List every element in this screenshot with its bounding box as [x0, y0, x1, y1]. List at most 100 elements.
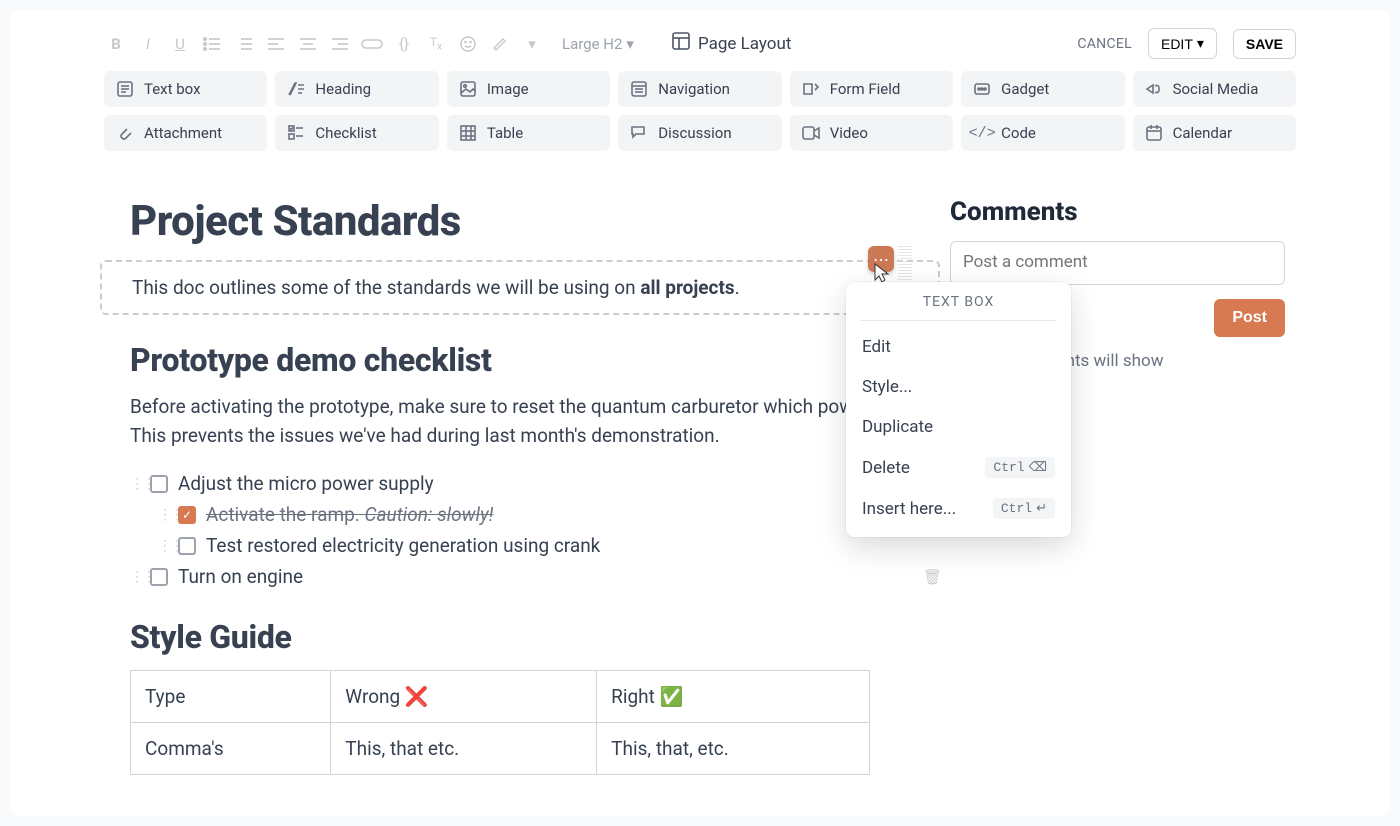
image-icon	[459, 81, 477, 97]
table-header: Type	[131, 671, 331, 723]
context-menu-label: Style...	[862, 377, 912, 397]
insert-item-label: Video	[830, 124, 868, 142]
insert-item-label: Code	[1001, 124, 1036, 142]
insert-image-button[interactable]: Image	[447, 71, 610, 107]
section-heading-checklist: Prototype demo checklist	[130, 341, 910, 379]
insert-item-label: Table	[487, 124, 523, 142]
intro-text: This doc outlines some of the standards …	[132, 276, 740, 299]
checkbox[interactable]	[150, 475, 168, 493]
insert-checklist-button[interactable]: Checklist	[275, 115, 438, 151]
checklist-item[interactable]: ⋮⋮Test restored electricity generation u…	[158, 530, 910, 561]
context-menu-label: Insert here...	[862, 499, 956, 519]
insert-code-button[interactable]: </> Code	[961, 115, 1124, 151]
formatting-toolbar: B I U {} Tx ▾ Large H2 ▾	[10, 28, 1390, 71]
code-icon[interactable]: {}	[392, 35, 416, 53]
checkbox[interactable]: ✓	[178, 506, 196, 524]
insert-video-button[interactable]: Video	[790, 115, 953, 151]
discussion-icon	[630, 125, 648, 141]
save-button[interactable]: SAVE	[1233, 29, 1296, 59]
checkbox[interactable]	[150, 568, 168, 586]
checklist-text: Activate the ramp. Caution: slowly!	[206, 503, 493, 526]
bold-icon[interactable]: B	[104, 35, 128, 53]
insert-gadget-button[interactable]: Gadget	[961, 71, 1124, 107]
keyboard-shortcut: Ctrl ⌫	[985, 457, 1055, 478]
checklist-text: Adjust the micro power supply	[178, 472, 434, 495]
insert-social-button[interactable]: Social Media	[1133, 71, 1296, 107]
table-icon	[459, 125, 477, 141]
insert-item-label: Checklist	[315, 124, 376, 142]
checklist-item[interactable]: ⋮⋮Turn on engine🗑	[130, 561, 910, 592]
drag-handle-icon[interactable]: ⋮⋮	[130, 476, 140, 492]
page-layout-button[interactable]: Page Layout	[672, 32, 791, 55]
table-header: Right ✅	[597, 671, 870, 723]
checkbox[interactable]	[178, 537, 196, 555]
context-menu: TEXT BOX EditStyle...DuplicateDeleteCtrl…	[846, 282, 1071, 537]
insert-attach-button[interactable]: Attachment	[104, 115, 267, 151]
context-menu-item[interactable]: Insert here...Ctrl ↵	[846, 488, 1071, 529]
context-menu-label: Edit	[862, 337, 891, 357]
comments-title: Comments	[950, 197, 1285, 227]
context-menu-item[interactable]: Duplicate	[846, 407, 1071, 447]
context-menu-item[interactable]: DeleteCtrl ⌫	[846, 447, 1071, 488]
video-icon	[802, 126, 820, 140]
code-icon: </>	[973, 125, 991, 142]
insert-discussion-button[interactable]: Discussion	[618, 115, 781, 151]
comment-input[interactable]	[950, 241, 1285, 285]
insert-heading-button[interactable]: Heading	[275, 71, 438, 107]
context-menu-item[interactable]: Style...	[846, 367, 1071, 407]
textbox-context-anchor: ⋯ TEXT BOX EditStyle...DuplicateDeleteCt…	[868, 246, 894, 272]
style-guide-table: TypeWrong ❌Right ✅Comma'sThis, that etc.…	[130, 670, 870, 775]
selected-text-box[interactable]: This doc outlines some of the standards …	[100, 260, 940, 315]
checklist-item[interactable]: ⋮⋮ Adjust the micro power supply	[130, 468, 910, 499]
color-icon[interactable]	[488, 36, 512, 52]
layout-icon	[672, 32, 690, 55]
edit-dropdown-button[interactable]: EDIT ▾	[1148, 28, 1217, 59]
insert-text-button[interactable]: Text box	[104, 71, 267, 107]
emoji-icon[interactable]	[456, 36, 480, 52]
insert-item-label: Form Field	[830, 80, 901, 98]
insert-item-label: Social Media	[1173, 80, 1259, 98]
table-header: Wrong ❌	[331, 671, 597, 723]
numbered-list-icon[interactable]	[232, 37, 256, 51]
more-options-button[interactable]: ⋯	[868, 246, 894, 272]
table-cell: This, that, etc.	[597, 723, 870, 775]
checklist-icon	[287, 125, 305, 141]
text-icon	[116, 81, 134, 97]
insert-form-button[interactable]: Form Field	[790, 71, 953, 107]
insert-nav-button[interactable]: Navigation	[618, 71, 781, 107]
chevron-down-icon: ▾	[626, 35, 634, 53]
section-heading-style: Style Guide	[130, 618, 910, 656]
align-left-icon[interactable]	[264, 37, 288, 51]
drag-handle-icon[interactable]: ⋮⋮	[158, 538, 168, 554]
bullet-list-icon[interactable]	[200, 37, 224, 51]
edit-label: EDIT	[1161, 36, 1193, 52]
drag-handle-icon[interactable]: ⋮⋮	[158, 507, 168, 523]
insert-item-label: Text box	[144, 80, 201, 98]
link-icon[interactable]	[360, 37, 384, 51]
strike-icon[interactable]: Tx	[424, 35, 448, 52]
attach-icon	[116, 125, 134, 141]
text-style-select[interactable]: Large H2 ▾	[562, 35, 634, 53]
drag-handle-icon[interactable]: ⋮⋮	[130, 569, 140, 585]
insert-block-grid: Text box Heading ImageNavigation Form Field…	[10, 71, 1390, 167]
italic-icon[interactable]: I	[136, 35, 160, 53]
insert-calendar-button[interactable]: Calendar	[1133, 115, 1296, 151]
nav-icon	[630, 81, 648, 97]
cancel-button[interactable]: CANCEL	[1077, 36, 1132, 52]
gadget-icon	[973, 81, 991, 97]
underline-icon[interactable]: U	[168, 35, 192, 53]
align-right-icon[interactable]	[328, 37, 352, 51]
chevron-down-icon: ▾	[1197, 35, 1204, 52]
page-title: Project Standards	[130, 197, 910, 246]
trash-icon[interactable]: 🗑	[923, 568, 942, 586]
social-icon	[1145, 81, 1163, 97]
color-dropdown-icon[interactable]: ▾	[520, 35, 544, 53]
checklist-item[interactable]: ⋮⋮ ✓ Activate the ramp. Caution: slowly!	[158, 499, 910, 530]
post-comment-button[interactable]: Post	[1214, 299, 1285, 337]
insert-item-label: Heading	[315, 80, 371, 98]
checklist-text: Turn on engine	[178, 565, 303, 588]
insert-table-button[interactable]: Table	[447, 115, 610, 151]
context-menu-item[interactable]: Edit	[846, 327, 1071, 367]
align-center-icon[interactable]	[296, 37, 320, 51]
checklist: ⋮⋮ Adjust the micro power supply ⋮⋮ ✓ Activa…	[130, 468, 910, 592]
